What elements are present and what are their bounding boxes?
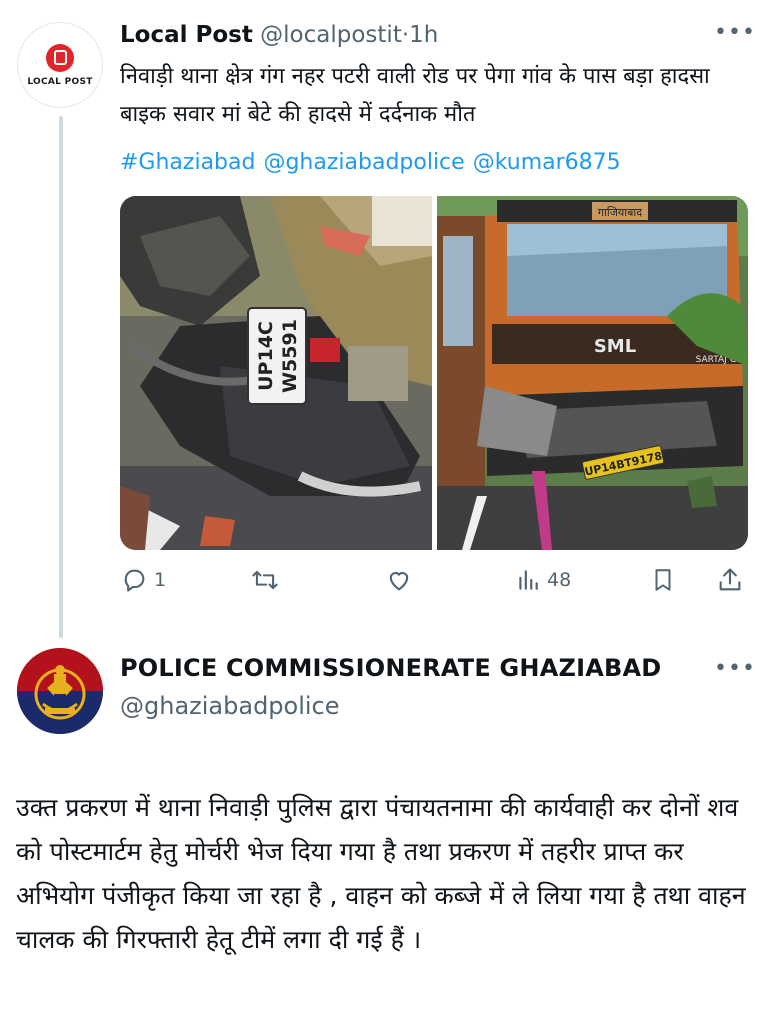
bookmark-button[interactable] <box>650 566 676 594</box>
local-post-avatar[interactable]: LOCAL POST <box>17 22 103 108</box>
plate-line-2: W5591 <box>279 319 301 393</box>
views-count: 48 <box>547 569 572 591</box>
share-button[interactable] <box>716 566 744 594</box>
tweet-time[interactable]: 1h <box>409 22 438 48</box>
motorcycle-wreck-image: UP14C W5591 <box>120 196 432 550</box>
police-commissionerate-avatar[interactable] <box>17 648 103 734</box>
truck-sign-text: गाजियाबाद <box>598 206 642 219</box>
reply-count: 1 <box>154 569 167 591</box>
display-name[interactable]: POLICE COMMISSIONERATE GHAZIABAD <box>120 654 661 682</box>
plate-line-1: UP14C <box>255 321 277 391</box>
more-options-icon[interactable]: ••• <box>714 20 756 45</box>
damaged-truck-image: गाजियाबाद SML SARTAJ GS UP14BT9178 <box>437 196 748 550</box>
hashtag-link[interactable]: #Ghaziabad <box>120 150 255 175</box>
local-post-logo-icon <box>46 43 74 72</box>
reply-button[interactable]: 1 <box>120 566 166 594</box>
truck-brand-text: SML <box>594 336 636 357</box>
police-emblem-icon <box>17 648 103 734</box>
mention-link[interactable]: @ghaziabadpolice <box>263 150 464 175</box>
tweet-links: #Ghaziabad @ghaziabadpolice @kumar6875 <box>120 147 629 179</box>
bookmark-icon <box>655 569 671 591</box>
tweet-photo-truck[interactable]: गाजियाबाद SML SARTAJ GS UP14BT9178 <box>437 196 748 550</box>
share-icon <box>719 568 741 591</box>
like-button[interactable] <box>385 566 419 594</box>
user-handle[interactable]: @localpostit <box>260 22 402 48</box>
retweet-button[interactable] <box>250 566 286 594</box>
thread-connector-line <box>59 116 63 638</box>
tweet-text: निवाड़ी थाना क्षेत्र गंग नहर पटरी वाली र… <box>120 64 710 127</box>
reply-icon <box>124 569 145 592</box>
heart-icon <box>389 572 409 591</box>
display-name[interactable]: Local Post <box>120 22 253 48</box>
tweet-text: उक्त प्रकरण में थाना निवाड़ी पुलिस द्वार… <box>16 793 746 954</box>
mention-link[interactable]: @kumar6875 <box>473 150 621 175</box>
more-options-icon[interactable]: ••• <box>714 656 756 681</box>
views-chart-icon <box>519 570 538 590</box>
retweet-icon <box>252 570 278 590</box>
avatar-logo-text: LOCAL POST <box>27 76 93 87</box>
user-handle[interactable]: @ghaziabadpolice <box>120 692 340 720</box>
tweet-action-bar: 1 48 <box>120 566 750 600</box>
tweet-photo-motorcycle[interactable]: UP14C W5591 <box>120 196 432 550</box>
tweet-header: Local Post @localpostit·1h <box>120 20 438 50</box>
views-button[interactable]: 48 <box>515 566 571 594</box>
